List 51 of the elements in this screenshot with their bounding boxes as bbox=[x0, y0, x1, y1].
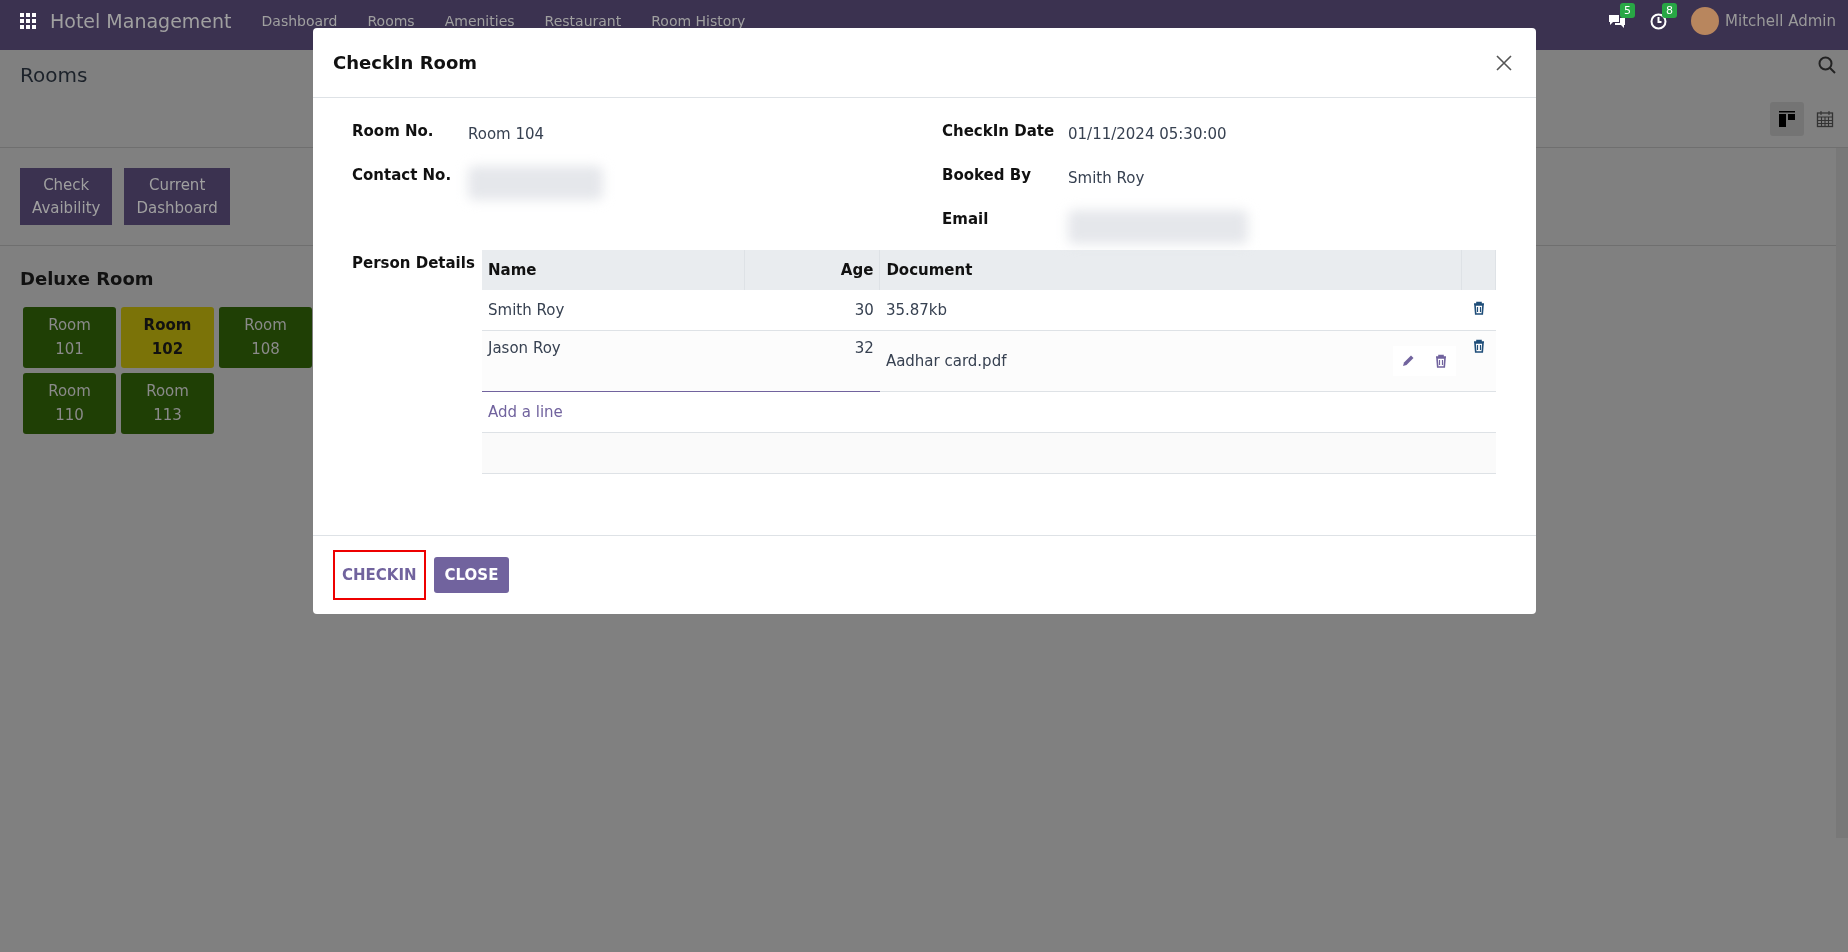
search-icon[interactable] bbox=[1818, 56, 1836, 74]
kanban-view-icon[interactable] bbox=[1770, 102, 1804, 136]
table-cell: 30 bbox=[744, 290, 880, 331]
avatar[interactable] bbox=[1691, 7, 1720, 35]
calendar-icon[interactable] bbox=[1816, 110, 1834, 128]
toolbar-button[interactable]: Check Avaibility bbox=[20, 168, 113, 225]
field-label: Person Details bbox=[352, 253, 476, 274]
pencil-icon[interactable] bbox=[1401, 354, 1415, 367]
section-title: Deluxe Room bbox=[20, 268, 154, 289]
room-tile[interactable]: Room 101 bbox=[23, 307, 116, 368]
room-tile[interactable]: Room 102 bbox=[121, 307, 214, 368]
delete-row-icon[interactable] bbox=[1472, 301, 1485, 315]
room-tile[interactable]: Room 113 bbox=[121, 373, 214, 434]
menu-item[interactable]: Restaurant bbox=[544, 13, 622, 29]
field-label: CheckIn Date bbox=[942, 122, 1056, 140]
close-button[interactable]: CLOSE bbox=[433, 557, 510, 593]
room-tile[interactable]: Room 108 bbox=[219, 307, 312, 368]
clock-icon[interactable] bbox=[1650, 12, 1668, 30]
page-title: Rooms bbox=[20, 63, 89, 87]
toolbar-button[interactable]: Current Dashboard bbox=[124, 168, 230, 225]
field-label: Room No. bbox=[352, 122, 435, 140]
app-title[interactable]: Hotel Management bbox=[50, 10, 232, 32]
document-name[interactable]: Aadhar card.pdf bbox=[885, 352, 1007, 370]
menu-item[interactable]: Room History bbox=[651, 13, 746, 29]
table-cell: 32 bbox=[744, 330, 880, 392]
table-cell: Smith Roy bbox=[482, 290, 745, 331]
add-line-link[interactable]: Add a line bbox=[488, 403, 563, 421]
room-tile[interactable]: Room 110 bbox=[23, 373, 116, 434]
chat-icon[interactable] bbox=[1608, 13, 1627, 29]
menu-item[interactable]: Amenities bbox=[444, 13, 515, 29]
document-name[interactable]: 35.87kb bbox=[885, 301, 948, 319]
field-value: Room 104 bbox=[468, 124, 545, 143]
field-label: Booked By bbox=[942, 166, 1032, 184]
table-cell: Jason Roy bbox=[482, 330, 745, 392]
column-header: Age bbox=[744, 250, 880, 290]
delete-row-icon[interactable] bbox=[1472, 339, 1485, 353]
activity-count: 8 bbox=[1662, 2, 1678, 18]
field-label: Contact No. bbox=[352, 166, 453, 184]
menu-item[interactable]: Dashboard bbox=[261, 13, 338, 29]
field-value: 01/11/2024 05:30:00 bbox=[1068, 124, 1227, 143]
column-header: Document bbox=[879, 250, 1462, 290]
menu-item[interactable]: Rooms bbox=[367, 13, 415, 29]
field-value: Smith Roy bbox=[1068, 168, 1145, 187]
field-label: Email bbox=[942, 210, 990, 228]
apps-menu-icon[interactable] bbox=[20, 13, 36, 29]
trash-icon[interactable] bbox=[1434, 354, 1447, 368]
user-name[interactable]: Mitchell Admin bbox=[1725, 12, 1836, 30]
column-header: Name bbox=[482, 250, 745, 290]
message-count: 5 bbox=[1620, 3, 1636, 18]
checkin-button[interactable]: CHECKIN bbox=[333, 550, 426, 600]
dialog-title: CheckIn Room bbox=[333, 52, 477, 73]
